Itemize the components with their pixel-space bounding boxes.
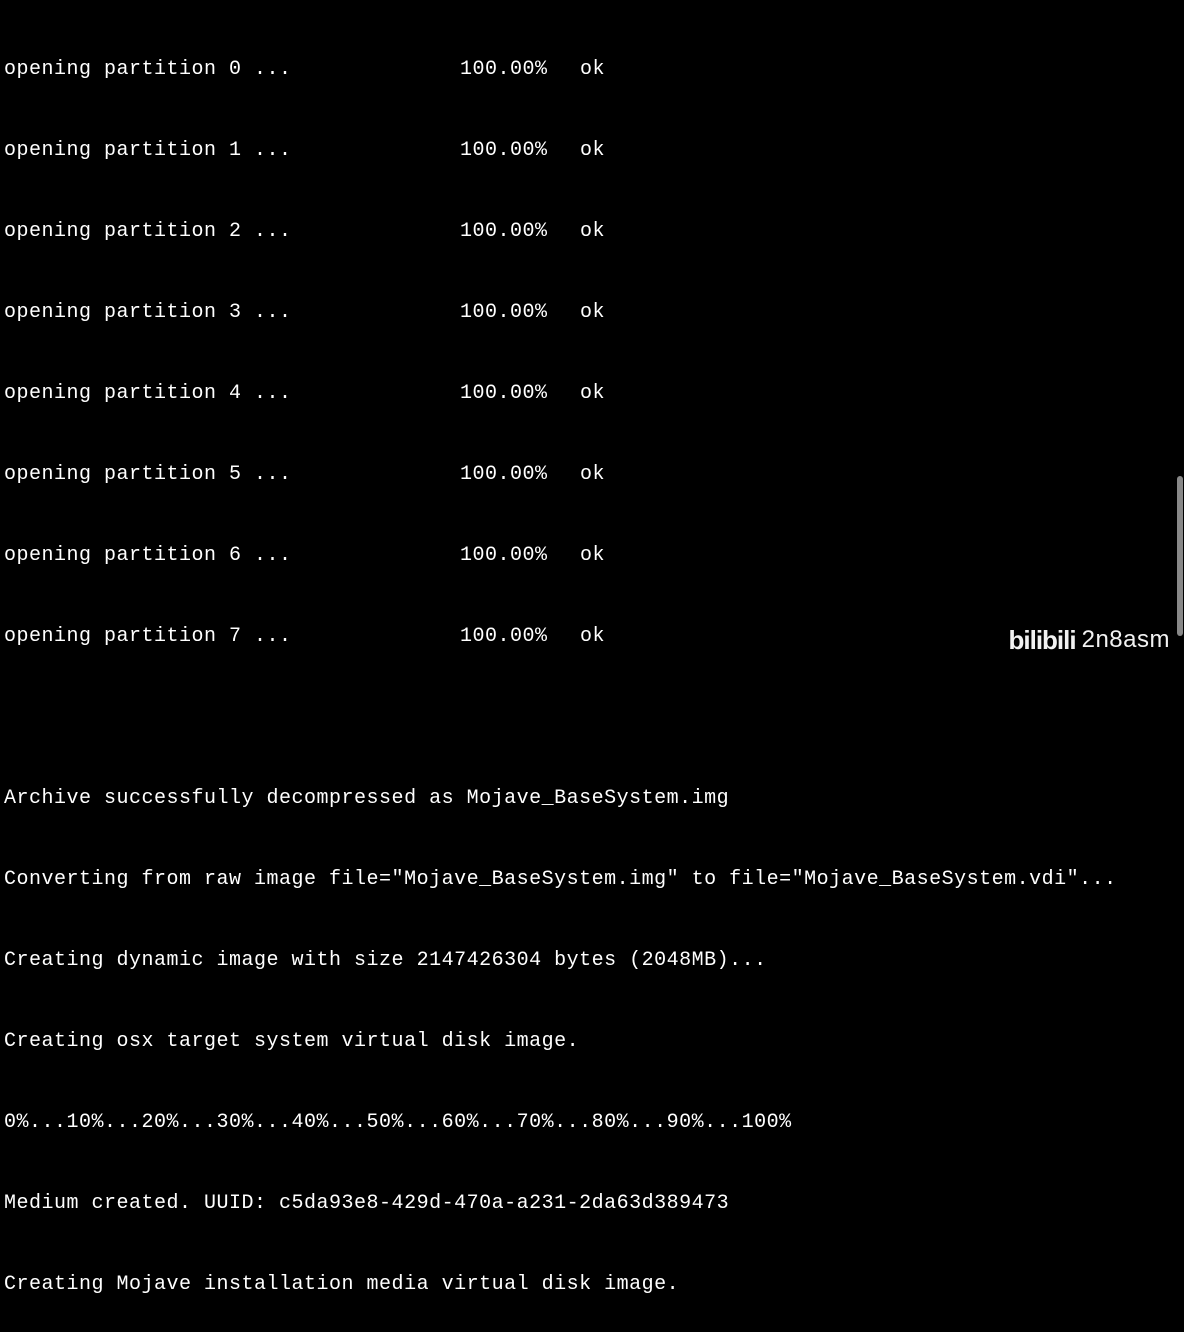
partition-row: opening partition 5 ...100.00%ok: [4, 461, 1180, 488]
partition-status: ok: [580, 380, 605, 407]
partition-status: ok: [580, 299, 605, 326]
partition-label: opening partition 2 ...: [4, 218, 460, 245]
partition-status: ok: [580, 623, 605, 650]
partition-status: ok: [580, 461, 605, 488]
output-line: Medium created. UUID: c5da93e8-429d-470a…: [4, 1190, 1180, 1217]
partition-status: ok: [580, 218, 605, 245]
partition-label: opening partition 1 ...: [4, 137, 460, 164]
partition-percent: 100.00%: [460, 218, 580, 245]
partition-row: opening partition 3 ...100.00%ok: [4, 299, 1180, 326]
output-line: Archive successfully decompressed as Moj…: [4, 785, 1180, 812]
output-line: Converting from raw image file="Mojave_B…: [4, 866, 1180, 893]
watermark: bilibili 2n8asm: [1009, 623, 1171, 658]
partition-label: opening partition 5 ...: [4, 461, 460, 488]
output-line: Creating osx target system virtual disk …: [4, 1028, 1180, 1055]
output-line: 0%...10%...20%...30%...40%...50%...60%..…: [4, 1109, 1180, 1136]
partition-label: opening partition 4 ...: [4, 380, 460, 407]
scrollbar-thumb[interactable]: [1177, 476, 1183, 636]
partition-percent: 100.00%: [460, 542, 580, 569]
bilibili-logo-icon: bilibili: [1009, 623, 1076, 658]
terminal-output: opening partition 0 ...100.00%ok opening…: [0, 0, 1184, 1332]
partition-status: ok: [580, 542, 605, 569]
partition-status: ok: [580, 56, 605, 83]
partition-percent: 100.00%: [460, 299, 580, 326]
partition-row: opening partition 2 ...100.00%ok: [4, 218, 1180, 245]
partition-percent: 100.00%: [460, 56, 580, 83]
partition-percent: 100.00%: [460, 137, 580, 164]
partition-row: opening partition 1 ...100.00%ok: [4, 137, 1180, 164]
partition-label: opening partition 6 ...: [4, 542, 460, 569]
partition-percent: 100.00%: [460, 461, 580, 488]
output-line: Creating dynamic image with size 2147426…: [4, 947, 1180, 974]
scrollbar[interactable]: [1176, 0, 1184, 666]
partition-row: opening partition 6 ...100.00%ok: [4, 542, 1180, 569]
partition-status: ok: [580, 137, 605, 164]
output-line: Creating Mojave installation media virtu…: [4, 1271, 1180, 1298]
blank-line: [4, 704, 1180, 731]
partition-row: opening partition 4 ...100.00%ok: [4, 380, 1180, 407]
partition-percent: 100.00%: [460, 380, 580, 407]
watermark-text: 2n8asm: [1082, 624, 1170, 656]
partition-row: opening partition 7 ...100.00%ok: [4, 623, 1180, 650]
partition-label: opening partition 7 ...: [4, 623, 460, 650]
partition-percent: 100.00%: [460, 623, 580, 650]
partition-label: opening partition 0 ...: [4, 56, 460, 83]
partition-row: opening partition 0 ...100.00%ok: [4, 56, 1180, 83]
partition-label: opening partition 3 ...: [4, 299, 460, 326]
